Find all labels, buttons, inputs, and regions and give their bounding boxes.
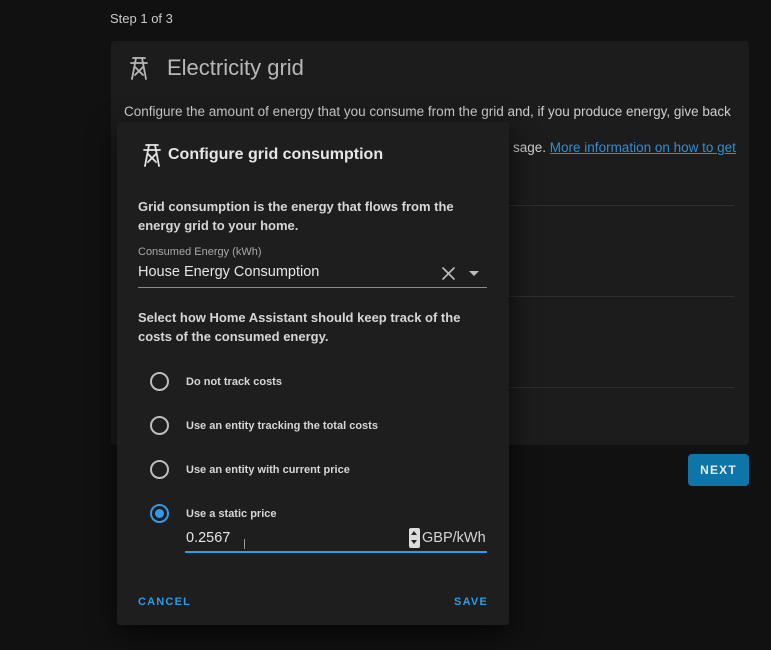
next-button[interactable]: NEXT — [688, 454, 749, 486]
dialog-header: Configure grid consumption — [141, 142, 383, 168]
card-title: Electricity grid — [167, 55, 304, 80]
radio-label: Use a static price — [186, 507, 277, 520]
radio-option-static-price[interactable]: Use a static price — [150, 504, 277, 523]
dialog-title: Configure grid consumption — [168, 146, 384, 163]
number-stepper[interactable] — [409, 528, 420, 548]
configure-grid-consumption-dialog: Configure grid consumption Grid consumpt… — [117, 122, 509, 625]
stepper-up-icon[interactable] — [411, 531, 417, 535]
radio-option-current-price-entity[interactable]: Use an entity with current price — [150, 460, 350, 479]
radio-button[interactable] — [150, 460, 169, 479]
radio-label: Use an entity with current price — [186, 463, 350, 476]
cost-tracking-intro-text: Select how Home Assistant should keep tr… — [138, 310, 461, 344]
radio-button[interactable] — [150, 372, 169, 391]
radio-option-total-costs-entity[interactable]: Use an entity tracking the total costs — [150, 416, 378, 435]
chevron-down-icon[interactable] — [469, 271, 479, 276]
transmission-tower-icon — [143, 144, 161, 167]
consumed-energy-select[interactable]: Consumed Energy (kWh) House Energy Consu… — [138, 245, 487, 288]
stepper-down-icon[interactable] — [411, 540, 417, 544]
card-divider — [508, 296, 734, 297]
radio-option-no-costs[interactable]: Do not track costs — [150, 372, 282, 391]
static-price-unit: GBP/kWh — [422, 530, 486, 546]
radio-label: Use an entity tracking the total costs — [186, 419, 378, 432]
card-divider — [508, 387, 734, 388]
static-price-input[interactable]: 0.2567 GBP/kWh — [185, 526, 487, 553]
static-price-value[interactable]: 0.2567 — [186, 530, 230, 546]
text-cursor — [244, 539, 245, 549]
radio-label: Do not track costs — [186, 375, 282, 388]
close-icon[interactable] — [441, 266, 456, 281]
consumed-energy-label: Consumed Energy (kWh) — [138, 246, 262, 258]
dialog-intro-text: Grid consumption is the energy that flow… — [138, 199, 454, 233]
card-divider — [508, 205, 734, 206]
step-label: Step 1 of 3 — [110, 11, 173, 26]
card-header: Electricity grid — [127, 55, 304, 81]
cancel-button[interactable]: CANCEL — [138, 596, 191, 608]
more-information-link[interactable]: More information on how to get — [550, 140, 736, 155]
radio-button[interactable] — [150, 416, 169, 435]
radio-button-selected[interactable] — [150, 504, 169, 523]
transmission-tower-icon — [130, 57, 148, 80]
save-button[interactable]: SAVE — [454, 596, 488, 608]
consumed-energy-value: House Energy Consumption — [138, 264, 320, 280]
